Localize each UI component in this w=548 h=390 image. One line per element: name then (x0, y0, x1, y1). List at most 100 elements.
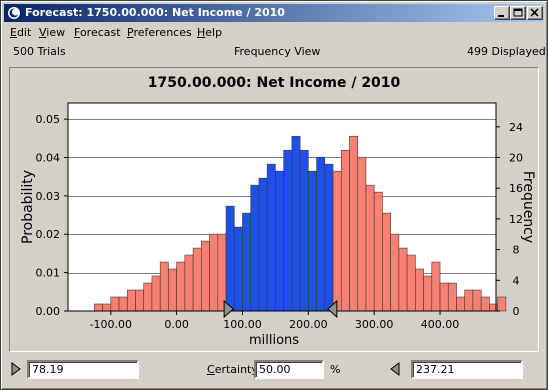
histogram-bar (184, 254, 194, 312)
percent-label: % (330, 363, 341, 376)
histogram-bar (102, 303, 112, 312)
histogram-bar (143, 282, 153, 312)
histogram-bar (192, 247, 202, 312)
certainty-input[interactable]: 50.00 (254, 360, 324, 379)
histogram-bar (447, 282, 457, 312)
y-tick-label: 0.00 (36, 305, 61, 318)
histogram-bar (110, 296, 120, 312)
histogram-bar (275, 170, 284, 312)
histogram-bar (94, 303, 103, 312)
menu-bar: Edit View Forecast Preferences Help (4, 24, 544, 42)
app-icon (8, 7, 20, 19)
histogram-bar (151, 275, 161, 312)
y2-tick-label: 4 (513, 274, 520, 287)
info-bar: 500 Trials Frequency View 499 Displayed (1, 45, 548, 61)
certainty-bar: 78.19 Certainty: 50.00 % 237.21 (1, 357, 548, 383)
y2-tick-label: 20 (509, 151, 523, 164)
histogram-bar (258, 177, 268, 312)
y2-tick-label: 0 (513, 305, 520, 318)
histogram-bar (480, 296, 490, 312)
y-tick-label: 0.01 (36, 267, 61, 280)
title-bar[interactable]: Forecast: 1750.00.000: Net Income / 2010 (4, 4, 544, 22)
histogram-bar (472, 289, 482, 312)
y-tick-label: 0.03 (36, 190, 61, 203)
histogram-bar (126, 289, 136, 312)
menu-edit[interactable]: Edit (10, 26, 31, 39)
histogram-bar (209, 233, 219, 312)
histogram-bar (159, 261, 169, 312)
y-tick-label: 0.05 (36, 113, 61, 126)
x-tick-label: 100.00 (223, 318, 262, 331)
y-axis-label: Probability (20, 170, 36, 244)
histogram-bar (250, 184, 260, 312)
menu-view[interactable]: View (39, 26, 65, 39)
histogram-bar (340, 149, 350, 312)
close-icon (530, 8, 539, 17)
histogram-bar (357, 156, 367, 312)
x-tick-label: -100.00 (90, 318, 132, 331)
histogram-bar (439, 282, 449, 312)
histogram-bar (349, 135, 359, 312)
histogram-bar (497, 296, 507, 312)
frequency-chart: 0.000.010.020.030.040.0504812162024-100.… (20, 75, 536, 348)
histogram-bar (176, 261, 186, 312)
view-name: Frequency View (234, 45, 321, 58)
histogram-bar (217, 233, 227, 312)
y2-tick-label: 8 (513, 244, 520, 257)
y2-axis-label: Frequency (520, 171, 536, 243)
close-button[interactable] (527, 6, 543, 20)
histogram-bar (291, 135, 301, 312)
histogram-bar (382, 212, 391, 312)
minimize-button[interactable] (494, 6, 510, 20)
histogram-bar (398, 247, 408, 312)
histogram-bar (324, 163, 334, 312)
histogram-bar (225, 205, 235, 312)
y-tick-label: 0.02 (36, 228, 61, 241)
chart-title: 1750.00.000: Net Income / 2010 (148, 75, 401, 91)
maximize-icon (513, 8, 523, 17)
x-tick-label: 200.00 (289, 318, 328, 331)
chart-panel: 0.00 0.01 0.02 0.03 0.04 0.05 0 4 8 12 16 20 24 -100.… (9, 67, 539, 352)
histogram-bar (242, 212, 252, 312)
x-axis-label: millions (249, 333, 299, 348)
left-certainty-input[interactable]: 78.19 (27, 360, 139, 379)
y2-tick-label: 24 (509, 121, 523, 134)
histogram-bar (423, 275, 433, 312)
histogram-bar (316, 156, 326, 312)
certainty-label: Certainty: (207, 363, 261, 376)
histogram-bar (464, 289, 474, 312)
histogram-bar (415, 268, 424, 312)
menu-preferences[interactable]: Preferences (127, 26, 192, 39)
window-title: Forecast: 1750.00.000: Net Income / 2010 (25, 6, 285, 19)
x-tick-label: 0.00 (164, 318, 189, 331)
left-grabber-icon[interactable] (11, 362, 21, 376)
histogram-bar (406, 254, 416, 312)
histogram-bar (168, 268, 177, 312)
displayed-count: 499 Displayed (467, 45, 546, 58)
histogram-bar (201, 240, 210, 312)
right-certainty-input[interactable]: 237.21 (411, 360, 523, 379)
histogram-bar (431, 261, 441, 312)
menu-help[interactable]: Help (197, 26, 222, 39)
maximize-button[interactable] (510, 6, 526, 20)
y-tick-label: 0.04 (36, 151, 61, 164)
forecast-window: Forecast: 1750.00.000: Net Income / 2010… (0, 0, 548, 390)
menu-forecast[interactable]: Forecast (74, 26, 121, 39)
minimize-icon (498, 15, 504, 17)
histogram-bar (308, 170, 317, 312)
histogram-bar (390, 233, 400, 312)
histogram-bar (299, 149, 309, 312)
histogram-bar (118, 296, 128, 312)
histogram-bar (365, 184, 375, 312)
histogram-bar (266, 163, 276, 312)
histogram-bar (283, 149, 293, 312)
right-grabber-icon[interactable] (390, 362, 400, 376)
histogram-bar (233, 226, 243, 312)
histogram-bar (373, 191, 383, 312)
histogram-bar (135, 289, 145, 312)
trials-count: 500 Trials (13, 45, 66, 58)
x-tick-label: 400.00 (421, 318, 460, 331)
x-tick-label: 300.00 (355, 318, 394, 331)
histogram-bar (456, 296, 466, 312)
histogram-bar (332, 170, 342, 312)
